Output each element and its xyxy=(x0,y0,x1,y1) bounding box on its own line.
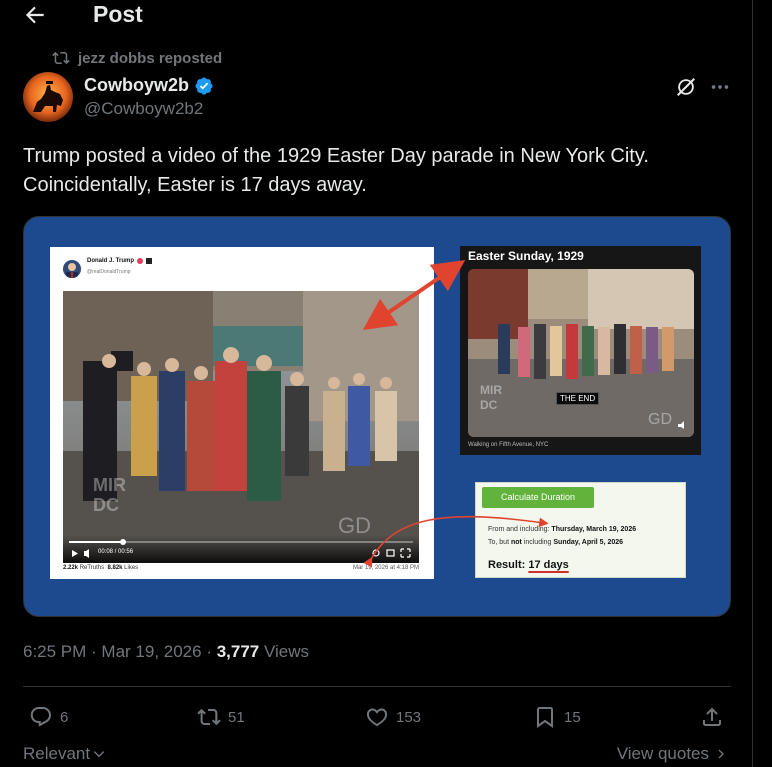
chevron-right-icon xyxy=(718,749,724,759)
divider xyxy=(23,686,731,687)
retweet-count: 51 xyxy=(228,708,245,726)
truth-stats: 2.22k ReTruths 8.82k Likes xyxy=(63,565,139,571)
svg-text:MIR: MIR xyxy=(480,383,502,397)
truth-badge-icon xyxy=(137,258,144,264)
video-time: 00:08 / 00:56 xyxy=(98,549,134,555)
post-date[interactable]: Mar 19, 2026 xyxy=(101,642,201,661)
retweet-icon xyxy=(197,708,221,726)
svg-text:GD: GD xyxy=(648,411,672,428)
svg-text:DC: DC xyxy=(480,398,498,412)
scrollbar[interactable] xyxy=(753,0,772,767)
calc-to-line: To, but not including Sunday, April 5, 2… xyxy=(488,539,624,546)
calc-result: Result: 17 days xyxy=(488,559,569,571)
like-button[interactable]: 153 xyxy=(365,705,421,729)
reply-button[interactable]: 6 xyxy=(29,705,68,729)
easter-video-frame: MIR DC GD xyxy=(468,269,694,437)
grok-button[interactable] xyxy=(675,76,697,98)
share-button[interactable] xyxy=(700,705,724,729)
back-button[interactable] xyxy=(22,2,48,28)
video-controls: 00:08 / 00:56 xyxy=(63,535,419,563)
view-quotes-label: View quotes xyxy=(616,744,709,763)
bookmark-count: 15 xyxy=(564,708,581,726)
relevant-sort-button[interactable]: Relevant xyxy=(23,744,106,764)
more-button[interactable] xyxy=(709,76,731,98)
bookmark-icon xyxy=(537,707,553,728)
repost-context[interactable]: jezz dobbs reposted xyxy=(52,48,222,68)
svg-text:DC: DC xyxy=(93,495,119,515)
view-quotes-link[interactable]: View quotes xyxy=(617,744,727,764)
truth-avatar xyxy=(63,260,81,278)
truth-logo-icon xyxy=(146,258,153,264)
like-icon xyxy=(366,708,388,727)
easter-card-title: Easter Sunday, 1929 xyxy=(468,249,584,263)
post-header: Post xyxy=(0,0,753,32)
more-icon xyxy=(711,85,729,89)
post-time[interactable]: 6:25 PM xyxy=(23,642,86,661)
truth-author-handle: @realDonaldTrump xyxy=(87,269,131,275)
page-title: Post xyxy=(93,1,143,27)
verified-badge-icon xyxy=(195,76,213,95)
calc-from-line: From and including: Thursday, March 19, … xyxy=(488,526,637,533)
chevron-down-icon xyxy=(93,751,105,758)
retweet-button[interactable]: 51 xyxy=(197,705,245,729)
bookmark-button[interactable]: 15 xyxy=(533,705,581,729)
reply-icon xyxy=(30,707,51,727)
author-handle[interactable]: @Cowboyw2b2 xyxy=(84,99,203,119)
share-icon xyxy=(703,707,721,726)
action-bar: 6 51 153 15 xyxy=(23,700,733,734)
reply-count: 6 xyxy=(60,708,69,726)
truth-social-screenshot: Donald J. Trump @realDonaldTrump MIR DC … xyxy=(50,247,434,579)
post-timestamp[interactable]: 6:25 PM · Mar 19, 2026 · 3,777 Views xyxy=(23,642,309,662)
truth-date: Mar 19, 2026 at 4:18 PM xyxy=(352,565,419,571)
tweet-text-line: Coincidentally, Easter is 17 days away. xyxy=(23,174,367,196)
relevant-label: Relevant xyxy=(23,744,91,763)
svg-text:MIR: MIR xyxy=(93,475,126,495)
grok-icon xyxy=(677,78,695,96)
parade-video-frame: MIR DC GD 00:08 / 00:56 xyxy=(63,291,419,563)
avatar[interactable] xyxy=(23,72,73,122)
author-name-row[interactable]: Cowboyw2b xyxy=(84,75,214,96)
tweet-text-line: Trump posted a video of the 1929 Easter … xyxy=(23,145,649,167)
back-arrow-icon xyxy=(25,6,44,24)
post-detail-column: Post jezz dobbs reposted Cowboyw2b @Cowb… xyxy=(0,0,753,767)
calc-result-days: 17 days xyxy=(528,559,569,571)
avatar-image xyxy=(23,72,73,122)
tweet-text: Trump posted a video of the 1929 Easter … xyxy=(23,142,733,200)
truth-author-name: Donald J. Trump xyxy=(87,258,153,264)
easter-1929-card: Easter Sunday, 1929 MIR DC GD THE END Wa… xyxy=(460,246,701,455)
the-end-caption: THE END xyxy=(556,392,600,405)
views-label: Views xyxy=(259,642,310,661)
media-image[interactable]: Donald J. Trump @realDonaldTrump MIR DC … xyxy=(23,216,731,617)
date-calculator-screenshot: Calculate Duration From and including: T… xyxy=(475,482,686,578)
easter-card-caption: Walking on Fifth Avenue, NYC xyxy=(468,442,549,448)
like-count: 153 xyxy=(396,708,422,726)
author-name[interactable]: Cowboyw2b xyxy=(84,75,189,96)
repost-icon xyxy=(52,51,70,65)
views-count: 3,777 xyxy=(216,642,260,661)
calculate-duration-label: Calculate Duration xyxy=(482,487,594,508)
repost-text: jezz dobbs reposted xyxy=(78,49,223,67)
